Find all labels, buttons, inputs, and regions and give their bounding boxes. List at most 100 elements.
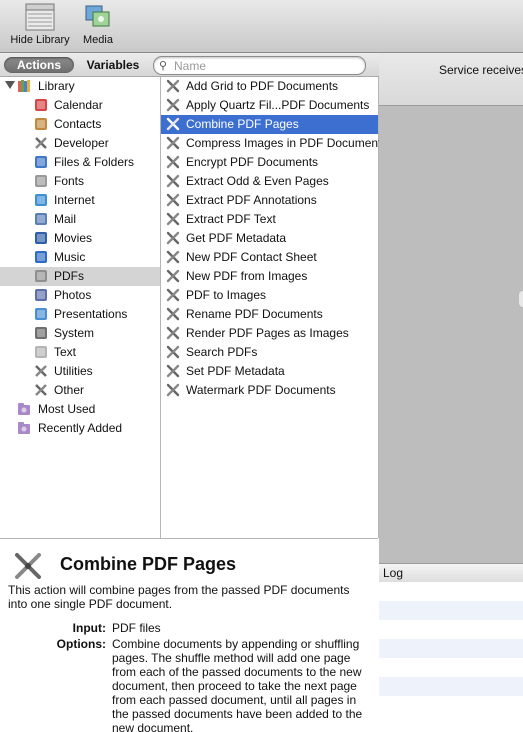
automator-action-icon (166, 326, 180, 340)
library-item-contacts[interactable]: Contacts (0, 115, 160, 134)
log-row (379, 677, 523, 696)
action-item[interactable]: New PDF from Images (161, 267, 378, 286)
presentations-icon (35, 308, 47, 320)
options-key: Options: (56, 637, 106, 651)
log-row (379, 639, 523, 658)
automator-action-icon (166, 307, 180, 321)
hide-library-button[interactable]: Hide Library (5, 2, 75, 46)
library-item-music[interactable]: Music (0, 248, 160, 267)
log-header[interactable]: Log (379, 563, 523, 583)
action-item-label: New PDF Contact Sheet (186, 250, 317, 264)
calendar-icon (35, 99, 47, 111)
library-item-developer[interactable]: Developer (0, 134, 160, 153)
action-item-label: Extract PDF Annotations (186, 193, 317, 207)
library-item-label: Internet (54, 193, 95, 207)
library-item-utilities[interactable]: Utilities (0, 362, 160, 381)
library-item-label: Fonts (54, 174, 85, 188)
action-item[interactable]: Extract PDF Annotations (161, 191, 378, 210)
action-item[interactable]: Extract PDF Text (161, 210, 378, 229)
media-button[interactable]: Media (78, 2, 118, 46)
variables-tab[interactable]: Variables (78, 57, 148, 73)
log-row (379, 601, 523, 620)
toolbar: Hide Library Media (0, 0, 523, 53)
action-item[interactable]: Search PDFs (161, 343, 378, 362)
library-item-other[interactable]: Other (0, 381, 160, 400)
action-item[interactable]: Combine PDF Pages (161, 115, 378, 134)
library-item-pdfs[interactable]: PDFs (0, 267, 160, 286)
service-receives-label: Service receives (439, 63, 523, 77)
library-item-files-folders[interactable]: Files & Folders (0, 153, 160, 172)
photos-icon (35, 289, 47, 301)
system-icon (35, 327, 47, 339)
library-item-movies[interactable]: Movies (0, 229, 160, 248)
library-item-photos[interactable]: Photos (0, 286, 160, 305)
action-item[interactable]: Rename PDF Documents (161, 305, 378, 324)
action-item[interactable]: Add Grid to PDF Documents (161, 77, 378, 96)
library-item-internet[interactable]: Internet (0, 191, 160, 210)
actions-list: Add Grid to PDF Documents Apply Quartz Fi… (161, 77, 387, 538)
library-item-label: Contacts (54, 117, 102, 131)
library-item-presentations[interactable]: Presentations (0, 305, 160, 324)
action-item-label: Encrypt PDF Documents (186, 155, 319, 169)
search-placeholder: Name (174, 59, 207, 73)
library-header: Actions Variables ⚲ Name (0, 53, 379, 77)
library-item-fonts[interactable]: Fonts (0, 172, 160, 191)
library-item-mail[interactable]: Mail (0, 210, 160, 229)
split-handle[interactable] (519, 291, 523, 307)
search-field[interactable]: ⚲ Name (153, 56, 366, 75)
hide-library-label: Hide Library (10, 34, 70, 46)
log-row (379, 582, 523, 601)
workflow-area[interactable]: Service receives (379, 53, 523, 563)
smart-group-recently-added[interactable]: Recently Added (0, 419, 160, 438)
log-row (379, 658, 523, 677)
library-item-label: Music (54, 250, 86, 264)
action-item-label: Set PDF Metadata (186, 364, 285, 378)
action-item[interactable]: Render PDF Pages as Images (161, 324, 378, 343)
input-key: Input: (72, 621, 106, 635)
library-item-label: Mail (54, 212, 77, 226)
automator-action-icon (166, 174, 180, 188)
action-item[interactable]: Compress Images in PDF Documents (161, 134, 387, 153)
automator-action-icon (166, 288, 180, 302)
smart-group-most-used[interactable]: Most Used (0, 400, 160, 419)
automator-action-icon (166, 212, 180, 226)
library-item-text[interactable]: Text (0, 343, 160, 362)
action-item[interactable]: Extract Odd & Even Pages (161, 172, 378, 191)
action-item[interactable]: Get PDF Metadata (161, 229, 378, 248)
automator-action-icon (166, 269, 180, 283)
library-books-icon (18, 80, 30, 92)
action-item-label: Combine PDF Pages (186, 117, 299, 131)
action-item-label: Add Grid to PDF Documents (186, 79, 339, 93)
mail-icon (35, 213, 47, 225)
library-item-system[interactable]: System (0, 324, 160, 343)
action-item-label: New PDF from Images (186, 269, 308, 283)
media-icon (85, 5, 110, 27)
movies-icon (35, 232, 47, 244)
disclosure-triangle-icon[interactable] (5, 81, 15, 89)
action-item-label: Extract Odd & Even Pages (186, 174, 329, 188)
library-item-calendar[interactable]: Calendar (0, 96, 160, 115)
action-item[interactable]: PDF to Images (161, 286, 378, 305)
library-root-item[interactable]: Library (0, 77, 160, 96)
input-value: PDF files (112, 621, 161, 635)
smart-folder-icon (18, 422, 30, 434)
developer-icon (35, 137, 47, 149)
action-item[interactable]: Encrypt PDF Documents (161, 153, 378, 172)
library-item-label: PDFs (54, 269, 84, 283)
action-item[interactable]: New PDF Contact Sheet (161, 248, 378, 267)
action-item-label: Watermark PDF Documents (186, 383, 336, 397)
library-item-label: Developer (54, 136, 109, 150)
automator-action-icon (15, 553, 41, 579)
action-item[interactable]: Apply Quartz Fil...PDF Documents (161, 96, 378, 115)
action-item-label: Get PDF Metadata (186, 231, 287, 245)
log-header-label: Log (383, 566, 404, 580)
action-item[interactable]: Set PDF Metadata (161, 362, 378, 381)
automator-action-icon (166, 383, 180, 397)
smart-group-label: Most Used (38, 402, 96, 416)
library-root-label: Library (38, 79, 75, 93)
automator-action-icon (166, 364, 180, 378)
library-item-label: Presentations (54, 307, 128, 321)
automator-action-icon (166, 79, 180, 93)
action-item[interactable]: Watermark PDF Documents (161, 381, 378, 400)
actions-tab[interactable]: Actions (4, 57, 74, 73)
